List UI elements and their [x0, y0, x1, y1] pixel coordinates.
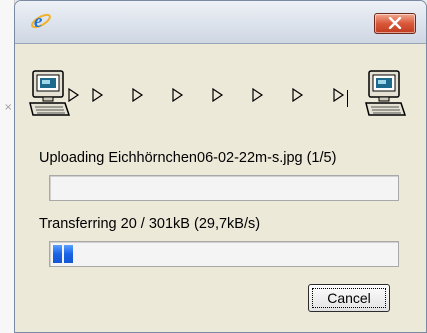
file-progress-track: [53, 179, 395, 197]
close-button[interactable]: [374, 13, 416, 34]
dialog-body: Uploading Eichhörnchen06-02-22m-s.jpg (1…: [15, 44, 426, 332]
triangle-right-icon: [292, 88, 304, 102]
computer-icon: [29, 69, 71, 117]
triangle-right-icon: [252, 88, 264, 102]
triangle-right-icon: [333, 88, 345, 102]
background-close-mark-icon: ×: [4, 102, 13, 113]
svg-text:e: e: [34, 11, 43, 32]
file-progress-bar: [49, 175, 399, 201]
triangle-right-icon: [92, 88, 104, 102]
ie-icon: e: [30, 10, 52, 32]
triangle-right-icon: [212, 88, 224, 102]
arrow-divider: [347, 90, 348, 107]
computer-icon: [365, 69, 407, 117]
cancel-button-label: Cancel: [327, 290, 371, 306]
progress-segment: [64, 245, 73, 263]
cancel-button[interactable]: Cancel: [308, 284, 390, 312]
title-bar[interactable]: e: [15, 1, 426, 44]
triangle-right-icon: [172, 88, 184, 102]
upload-progress-dialog: e Uploading Eichhörnchen06-02-22m-s.jpg …: [14, 0, 427, 333]
transfer-status-text: Transferring 20 / 301kB (29,7kB/s): [39, 216, 261, 232]
triangle-right-icon: [132, 88, 144, 102]
close-icon: [388, 17, 402, 29]
transfer-arrows: [68, 84, 365, 106]
transfer-progress-track: [53, 245, 395, 263]
triangle-right-icon: [68, 88, 80, 102]
progress-segment: [53, 245, 62, 263]
background-window-edge: ×: [0, 0, 15, 333]
transfer-progress-bar: [49, 241, 399, 267]
upload-status-text: Uploading Eichhörnchen06-02-22m-s.jpg (1…: [39, 150, 337, 166]
